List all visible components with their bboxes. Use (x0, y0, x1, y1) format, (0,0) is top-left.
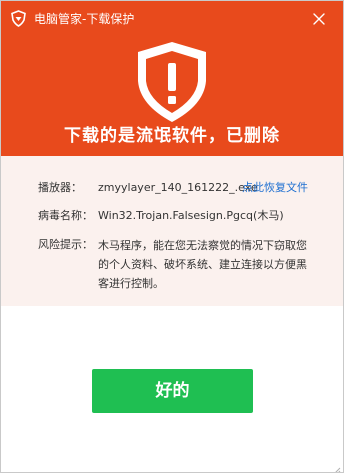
risk-description: 木马程序，能在您无法察觉的情况下窃取您的个人资料、破坏系统、建立连接以方便黑客进… (98, 239, 307, 290)
risk-label: 风险提示： (38, 238, 93, 251)
player-label: 播放器： (38, 181, 82, 194)
download-protection-dialog: 电脑管家-下载保护 下载的是流氓软件，已删除 播放器： zmyylayer_14… (0, 0, 344, 473)
resize-grip-icon[interactable] (331, 460, 341, 472)
threat-details-panel: 播放器： zmyylayer_140_161222_.exe 点此恢复文件 病毒… (1, 156, 343, 306)
warning-shield-icon (132, 39, 212, 125)
alert-headline: 下载的是流氓软件，已删除 (64, 126, 280, 146)
tencent-pc-manager-shield-icon (10, 10, 27, 27)
player-file-name: zmyylayer_140_161222_.exe (98, 181, 258, 194)
alert-header: 电脑管家-下载保护 下载的是流氓软件，已删除 (1, 1, 343, 156)
close-icon (313, 13, 325, 25)
close-button[interactable] (307, 7, 331, 31)
ok-button[interactable]: 好的 (92, 369, 253, 413)
virus-name: Win32.Trojan.Falsesign.Pgcq(木马) (98, 209, 284, 222)
recover-file-link[interactable]: 点此恢复文件 (242, 180, 308, 196)
window-title: 电脑管家-下载保护 (34, 12, 135, 26)
virus-label: 病毒名称： (38, 209, 93, 222)
